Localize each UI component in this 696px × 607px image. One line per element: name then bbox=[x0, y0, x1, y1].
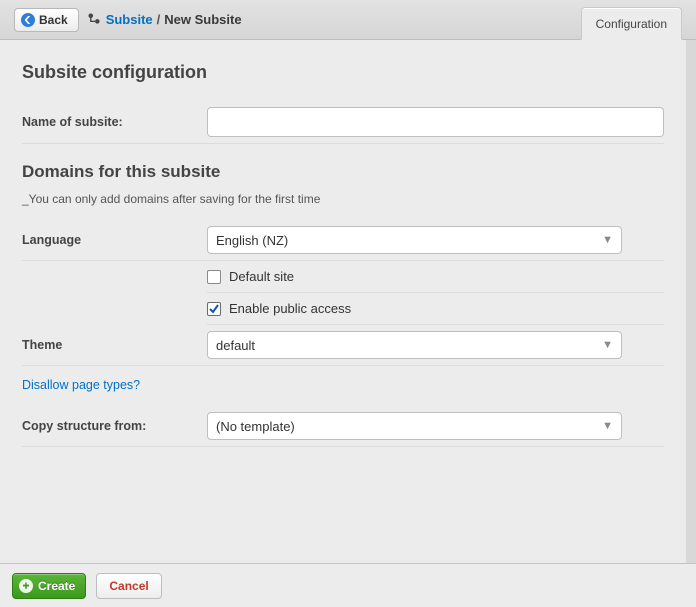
create-button-label: Create bbox=[38, 579, 75, 593]
chevron-down-icon: ▼ bbox=[602, 420, 613, 432]
language-label: Language bbox=[22, 233, 207, 247]
language-select[interactable]: English (NZ) ▼ bbox=[207, 226, 622, 254]
cancel-button[interactable]: Cancel bbox=[96, 573, 161, 599]
field-default-site: Default site bbox=[207, 261, 664, 293]
name-input[interactable] bbox=[207, 107, 664, 137]
create-button[interactable]: + Create bbox=[12, 573, 86, 599]
right-gutter bbox=[686, 40, 696, 563]
back-button[interactable]: Back bbox=[14, 8, 79, 32]
action-bar: + Create Cancel bbox=[0, 563, 696, 607]
domains-help-text: _You can only add domains after saving f… bbox=[22, 192, 664, 206]
back-button-label: Back bbox=[39, 13, 68, 27]
field-copy-structure: Copy structure from: (No template) ▼ bbox=[22, 406, 664, 447]
public-access-checkbox[interactable] bbox=[207, 302, 221, 316]
tab-configuration-label: Configuration bbox=[596, 17, 667, 31]
copy-structure-select-value: (No template) bbox=[216, 419, 295, 434]
toolbar: Back Subsite / New Subsite Configuration bbox=[0, 0, 696, 40]
breadcrumb-separator: / bbox=[157, 12, 161, 27]
copy-structure-label: Copy structure from: bbox=[22, 419, 207, 433]
copy-structure-select[interactable]: (No template) ▼ bbox=[207, 412, 622, 440]
public-access-label: Enable public access bbox=[229, 301, 351, 316]
field-language: Language English (NZ) ▼ bbox=[22, 220, 664, 261]
field-name: Name of subsite: bbox=[22, 101, 664, 144]
theme-select-value: default bbox=[216, 338, 255, 353]
disallow-page-types-link[interactable]: Disallow page types? bbox=[22, 378, 664, 392]
subsite-tree-icon bbox=[87, 12, 102, 27]
field-public-access: Enable public access bbox=[207, 293, 664, 325]
back-arrow-icon bbox=[21, 13, 35, 27]
default-site-label: Default site bbox=[229, 269, 294, 284]
cancel-button-label: Cancel bbox=[109, 579, 148, 593]
domains-heading: Domains for this subsite bbox=[22, 162, 664, 182]
content-panel: Subsite configuration Name of subsite: D… bbox=[0, 40, 686, 563]
field-theme: Theme default ▼ bbox=[22, 325, 664, 366]
theme-label: Theme bbox=[22, 338, 207, 352]
page-heading: Subsite configuration bbox=[22, 62, 664, 83]
theme-select[interactable]: default ▼ bbox=[207, 331, 622, 359]
default-site-checkbox[interactable] bbox=[207, 270, 221, 284]
language-select-value: English (NZ) bbox=[216, 233, 288, 248]
tabs: Configuration bbox=[581, 7, 682, 40]
tab-configuration[interactable]: Configuration bbox=[581, 7, 682, 40]
chevron-down-icon: ▼ bbox=[602, 339, 613, 351]
name-label: Name of subsite: bbox=[22, 115, 207, 129]
plus-circle-icon: + bbox=[19, 579, 33, 593]
chevron-down-icon: ▼ bbox=[602, 234, 613, 246]
breadcrumb-root-link[interactable]: Subsite bbox=[106, 12, 153, 27]
breadcrumb-current: New Subsite bbox=[164, 12, 241, 27]
breadcrumb: Subsite / New Subsite bbox=[106, 12, 242, 27]
